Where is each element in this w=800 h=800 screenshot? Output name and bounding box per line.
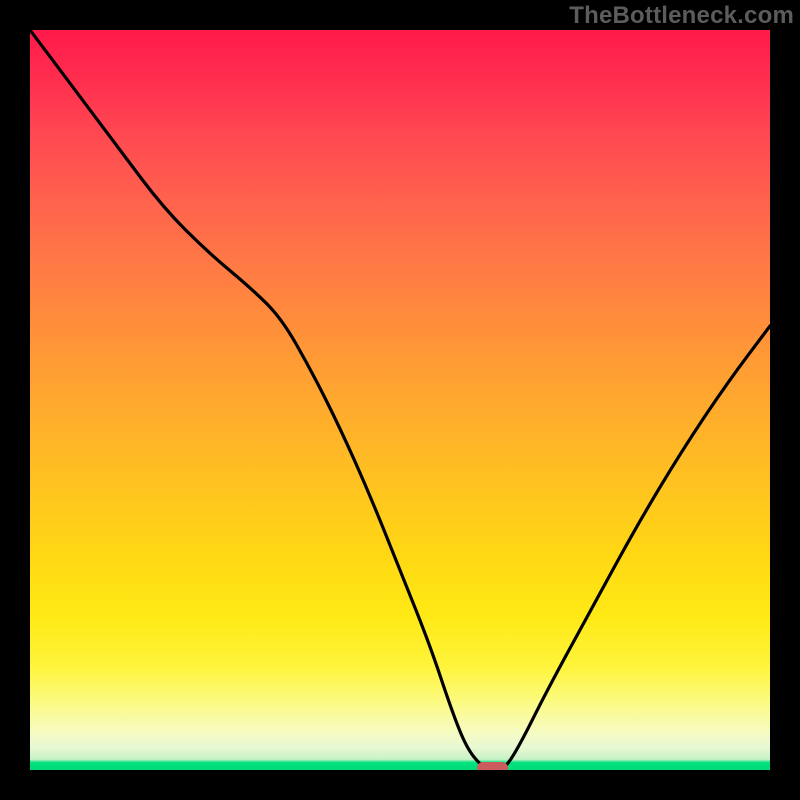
plot-area — [30, 30, 770, 770]
min-marker — [477, 762, 509, 770]
watermark-text: TheBottleneck.com — [569, 2, 794, 30]
chart-root: TheBottleneck.com — [0, 0, 800, 800]
curve-path — [30, 30, 770, 770]
bottleneck-curve — [30, 30, 770, 770]
